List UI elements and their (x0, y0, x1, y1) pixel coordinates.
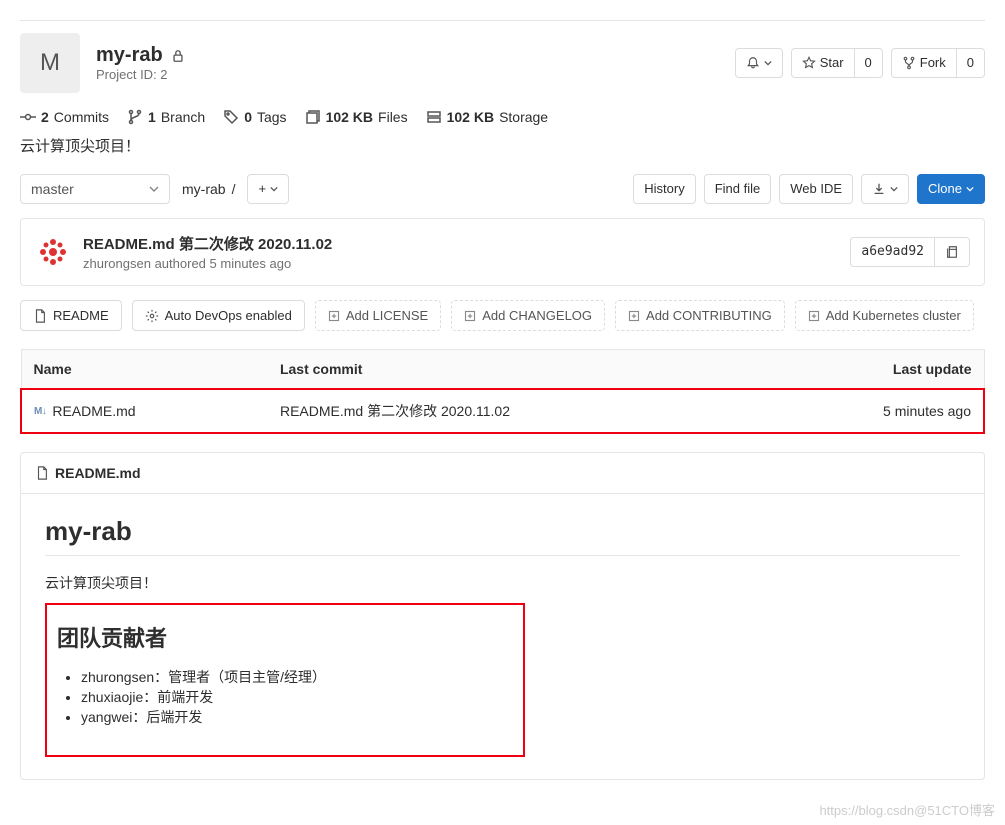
files-stat[interactable]: 102 KBFiles (305, 109, 408, 125)
chevron-down-icon (890, 185, 898, 193)
readme-pill[interactable]: README (20, 300, 122, 331)
project-avatar: M (20, 33, 80, 93)
readme-h2: 团队贡献者 (57, 621, 513, 653)
list-item: yangwei：后端开发 (81, 707, 513, 727)
branches-stat[interactable]: 1Branch (127, 109, 205, 125)
list-item: zhurongsen：管理者（项目主管/经理） (81, 667, 513, 687)
contributors-section: 团队贡献者 zhurongsen：管理者（项目主管/经理） zhuxiaojie… (45, 603, 525, 757)
table-row[interactable]: M↓ README.md README.md 第二次修改 2020.11.02 … (21, 389, 984, 433)
notifications-button[interactable] (735, 48, 783, 78)
file-update-time: 5 minutes ago (764, 389, 984, 433)
readme-h1: my-rab (45, 516, 960, 556)
breadcrumb-root[interactable]: my-rab (182, 181, 226, 197)
fork-count[interactable]: 0 (957, 48, 985, 78)
plus-icon (808, 310, 820, 322)
readme-p1: 云计算顶尖项目！ (45, 573, 960, 593)
project-id: Project ID: 2 (96, 67, 185, 82)
fork-icon (902, 56, 916, 70)
col-name: Name (21, 350, 268, 390)
commit-author-avatar (35, 234, 71, 270)
download-icon (872, 182, 886, 196)
project-title: my-rab (96, 44, 163, 67)
star-icon (802, 56, 816, 70)
file-name[interactable]: README.md (52, 403, 135, 419)
star-button[interactable]: Star (791, 48, 855, 78)
watermark: https://blog.csdn@51CTO博客 (819, 800, 995, 819)
markdown-icon: M↓ (34, 406, 46, 417)
branch-select[interactable]: master (20, 174, 170, 204)
list-item: zhuxiaojie：前端开发 (81, 687, 513, 707)
plus-icon (628, 310, 640, 322)
col-last-commit: Last commit (268, 350, 764, 390)
chevron-down-icon (270, 185, 278, 193)
commit-time: 5 minutes ago (210, 256, 292, 271)
history-button[interactable]: History (633, 174, 695, 204)
bell-icon (746, 56, 760, 70)
download-button[interactable] (861, 174, 909, 204)
clone-button[interactable]: Clone (917, 174, 985, 204)
add-button[interactable]: + (247, 174, 289, 204)
commit-author[interactable]: zhurongsen (83, 256, 151, 271)
add-k8s-button[interactable]: Add Kubernetes cluster (795, 300, 974, 331)
file-table: Name Last commit Last update M↓ README.m… (20, 349, 985, 434)
project-stats: 2Commits 1Branch 0Tags 102 KBFiles 102 K… (20, 109, 985, 125)
project-header: M my-rab Project ID: 2 Star 0 (20, 20, 985, 93)
web-ide-button[interactable]: Web IDE (779, 174, 853, 204)
readme-header-label: README.md (55, 465, 141, 481)
last-commit-card: README.md 第二次修改 2020.11.02 zhurongsen au… (20, 218, 985, 286)
breadcrumb: my-rab / (182, 181, 235, 197)
storage-stat[interactable]: 102 KBStorage (426, 109, 549, 125)
commit-icon (20, 109, 36, 125)
tags-stat[interactable]: 0Tags (223, 109, 286, 125)
commit-sha[interactable]: a6e9ad92 (850, 237, 935, 267)
readme-card: README.md my-rab 云计算顶尖项目！ 团队贡献者 zhurongs… (20, 452, 985, 780)
storage-icon (426, 109, 442, 125)
chevron-down-icon (966, 185, 974, 193)
commits-stat[interactable]: 2Commits (20, 109, 109, 125)
copy-icon (945, 245, 959, 259)
add-changelog-button[interactable]: Add CHANGELOG (451, 300, 605, 331)
chevron-down-icon (149, 184, 159, 194)
project-description: 云计算顶尖项目！ (20, 135, 985, 156)
col-last-update: Last update (764, 350, 984, 390)
file-icon (33, 309, 47, 323)
file-commit-message[interactable]: README.md 第二次修改 2020.11.02 (268, 389, 764, 433)
star-count[interactable]: 0 (855, 48, 883, 78)
chevron-down-icon (764, 59, 772, 67)
copy-sha-button[interactable] (935, 237, 970, 267)
branch-icon (127, 109, 143, 125)
files-icon (305, 109, 321, 125)
add-contributing-button[interactable]: Add CONTRIBUTING (615, 300, 785, 331)
plus-icon (464, 310, 476, 322)
file-icon (35, 466, 49, 480)
auto-devops-pill[interactable]: Auto DevOps enabled (132, 300, 305, 331)
tag-icon (223, 109, 239, 125)
commit-title[interactable]: README.md 第二次修改 2020.11.02 (83, 233, 332, 254)
gear-icon (145, 309, 159, 323)
fork-button[interactable]: Fork (891, 48, 957, 78)
add-license-button[interactable]: Add LICENSE (315, 300, 441, 331)
find-file-button[interactable]: Find file (704, 174, 772, 204)
plus-icon (328, 310, 340, 322)
lock-icon (171, 49, 185, 63)
